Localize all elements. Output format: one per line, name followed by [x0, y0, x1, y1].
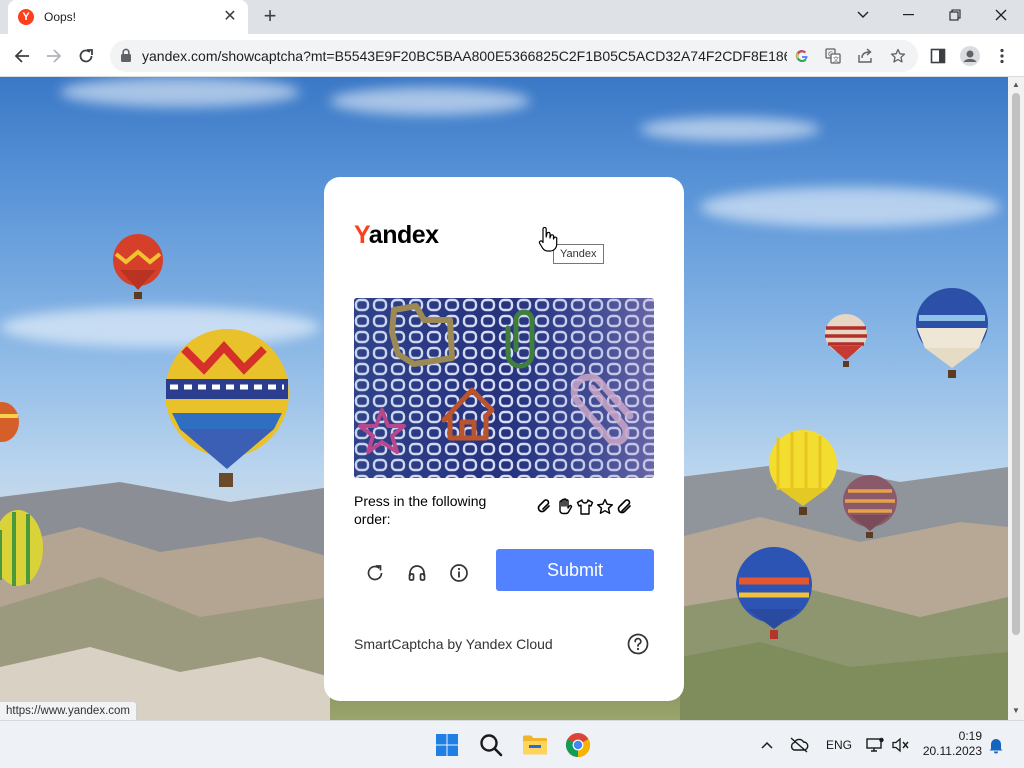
maximize-icon[interactable]: [932, 0, 978, 30]
share-icon[interactable]: [855, 46, 875, 66]
new-tab-button[interactable]: +: [258, 5, 282, 29]
hand-cursor-icon: [538, 226, 558, 258]
google-icon[interactable]: [792, 46, 812, 66]
balloon: [165, 329, 289, 487]
chevron-up-icon[interactable]: [754, 731, 780, 759]
chrome-icon[interactable]: [564, 731, 592, 759]
hand-icon: [556, 498, 574, 516]
cloud: [330, 87, 530, 115]
info-icon[interactable]: [444, 558, 474, 588]
tab-title: Oops!: [44, 10, 77, 24]
star-icon: [596, 498, 614, 516]
yandex-favicon-icon: Y: [18, 9, 34, 25]
clock-date: 20.11.2023: [922, 744, 982, 758]
browser-toolbar: yandex.com/showcaptcha?mt=B5543E9F20BC5B…: [0, 34, 1024, 77]
balloon: [0, 402, 19, 442]
back-icon[interactable]: [8, 42, 36, 70]
logo-tooltip: Yandex: [553, 244, 604, 264]
submit-button[interactable]: Submit: [496, 549, 654, 591]
tab-strip: Y Oops! ✕ +: [0, 0, 1024, 34]
sidepanel-icon[interactable]: [924, 42, 952, 70]
balloon: [769, 430, 837, 515]
onedrive-offline-icon[interactable]: [786, 731, 812, 759]
tab-search-icon[interactable]: [840, 0, 886, 30]
refresh-icon[interactable]: [360, 558, 390, 588]
search-icon[interactable]: [477, 731, 505, 759]
scroll-thumb[interactable]: [1012, 93, 1020, 635]
page-scrollbar[interactable]: ▲ ▼: [1008, 77, 1024, 720]
translate-icon[interactable]: G文: [823, 46, 843, 66]
captcha-image[interactable]: [354, 298, 654, 478]
cloud: [640, 117, 820, 141]
balloon: [0, 510, 43, 586]
browser-tab[interactable]: Y Oops! ✕: [8, 0, 248, 34]
yandex-logo[interactable]: Yandex: [354, 221, 439, 250]
reload-icon[interactable]: [72, 42, 100, 70]
scroll-up-icon[interactable]: ▲: [1012, 81, 1020, 89]
windows-start-icon[interactable]: [433, 731, 461, 759]
balloon: [113, 234, 163, 299]
scroll-down-icon[interactable]: ▼: [1012, 707, 1020, 715]
svg-text:文: 文: [833, 55, 840, 64]
captcha-picture[interactable]: [354, 298, 654, 478]
url-text[interactable]: yandex.com/showcaptcha?mt=B5543E9F20BC5B…: [142, 48, 787, 64]
tshirt-icon: [576, 498, 594, 516]
system-clock[interactable]: 0:19 20.11.2023: [920, 729, 982, 759]
network-icon[interactable]: [863, 731, 887, 759]
star-icon[interactable]: [888, 46, 908, 66]
paperclip-icon: [536, 498, 554, 516]
captcha-hint-sequence: [536, 498, 634, 516]
balloon: [916, 288, 988, 378]
help-icon[interactable]: [627, 633, 649, 655]
balloon: [736, 547, 812, 639]
forward-icon[interactable]: [40, 42, 68, 70]
audio-icon[interactable]: [402, 558, 432, 588]
windows-taskbar: ENG 0:19 20.11.2023: [0, 720, 1024, 768]
tab-close-icon[interactable]: ✕: [222, 9, 238, 25]
profile-icon[interactable]: [956, 42, 984, 70]
link-status-bar: https://www.yandex.com: [0, 701, 137, 721]
cloud: [700, 187, 1000, 227]
language-indicator[interactable]: ENG: [826, 738, 852, 752]
captcha-instruction: Press in the following order:: [354, 493, 487, 527]
close-icon[interactable]: [978, 0, 1024, 30]
volume-muted-icon[interactable]: [889, 731, 913, 759]
notification-bell-icon[interactable]: [984, 731, 1008, 759]
menu-icon[interactable]: [988, 42, 1016, 70]
minimize-icon[interactable]: [886, 0, 932, 30]
lock-icon[interactable]: [120, 48, 132, 68]
file-explorer-icon[interactable]: [521, 731, 549, 759]
balloon: [843, 475, 897, 538]
captcha-card: Yandex Press in the following order: Sub…: [324, 177, 684, 701]
paperclip-icon: [616, 498, 634, 516]
address-bar[interactable]: yandex.com/showcaptcha?mt=B5543E9F20BC5B…: [110, 40, 918, 72]
captcha-footer: SmartCaptcha by Yandex Cloud: [354, 636, 553, 652]
cloud: [60, 77, 300, 107]
clock-time: 0:19: [958, 729, 982, 743]
balloon: [825, 314, 867, 367]
